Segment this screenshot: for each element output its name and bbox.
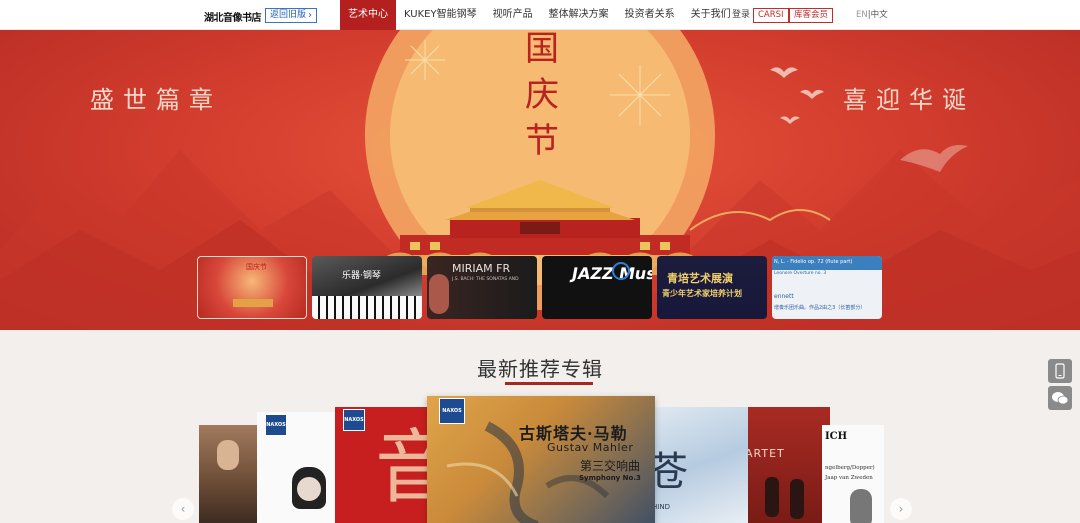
mobile-app-button[interactable] <box>1048 359 1072 383</box>
section-underline <box>505 382 593 385</box>
page: 湖北音像书店 返回旧版 › 艺术中心 KUKEY智能钢琴 视听产品 整体解决方案… <box>0 0 1080 523</box>
nav-item-investors[interactable]: 投资者关系 <box>617 0 683 30</box>
member-button[interactable]: 库客会员 <box>789 8 834 23</box>
carsi-button[interactable]: CARSI <box>753 8 789 23</box>
old-version-button[interactable]: 返回旧版 › <box>265 8 318 23</box>
section-title: 最新推荐专辑 <box>477 357 603 381</box>
album-card[interactable]: 苍 HIND <box>648 407 748 523</box>
slogan-left: 盛世篇章 <box>90 86 222 114</box>
featured-album-card[interactable]: NAXOS 古斯塔夫·马勒 Gustav Mahler 第三交响曲 Sympho… <box>427 396 655 523</box>
nav-item-kukey-piano[interactable]: KUKEY智能钢琴 <box>396 0 485 30</box>
mobile-icon <box>1055 363 1065 379</box>
thumbnail-miriam[interactable]: MIRIAM FR J.S. BACH: THE SONATAS AND <box>427 256 537 319</box>
lang-en-link[interactable]: EN <box>856 10 868 20</box>
nav-item-solutions[interactable]: 整体解决方案 <box>541 0 617 30</box>
chevron-right-icon: › <box>308 10 313 21</box>
top-navbar: 湖北音像书店 返回旧版 › 艺术中心 KUKEY智能钢琴 视听产品 整体解决方案… <box>0 0 1080 30</box>
site-logo[interactable]: 湖北音像书店 <box>204 9 262 24</box>
carousel-prev-button[interactable]: ‹ <box>172 498 194 520</box>
thumbnail-piano[interactable]: 乐器·钢琴 <box>312 256 422 319</box>
thumbnail-jazz[interactable]: JAZZ Music <box>542 256 652 319</box>
login-link[interactable]: 登录 <box>732 0 750 30</box>
thumbnail-youth-arts[interactable]: 青培艺术展演 青少年艺术家培养计划 <box>657 256 767 319</box>
nav-item-about[interactable]: 关于我们 <box>683 0 739 30</box>
old-version-label: 返回旧版 <box>270 10 307 20</box>
carousel-next-button[interactable]: › <box>890 498 912 520</box>
nav-item-av-products[interactable]: 视听产品 <box>485 0 541 30</box>
album-card[interactable]: ARTET <box>745 407 830 523</box>
lang-cn-link[interactable]: 中文 <box>871 10 888 20</box>
wechat-icon <box>1052 392 1069 405</box>
banner-thumbnails: 国庆节 乐器·钢琴 MIRIAM FR J.S. BACH: THE SONAT… <box>197 256 882 319</box>
thumbnail-national-day[interactable]: 国庆节 <box>197 256 307 319</box>
album-card[interactable]: NAXOS 音 <box>335 407 430 523</box>
album-card[interactable]: NAXOS <box>257 412 337 523</box>
album-card[interactable]: ICH ngelberg/Dopper) Jaap van Zweden <box>822 425 884 523</box>
slogan-right: 喜迎华诞 <box>843 86 975 114</box>
album-card[interactable] <box>199 425 259 523</box>
national-day-title: 国 庆 节 <box>525 30 559 161</box>
language-switch: EN|中文 <box>856 0 888 30</box>
naxos-logo: NAXOS <box>265 414 287 436</box>
hero-banner[interactable]: 盛世篇章 喜迎华诞 国 庆 节 国庆节 乐器·钢琴 MIRIAM FR J.S.… <box>0 30 1080 330</box>
naxos-logo: NAXOS <box>343 409 365 431</box>
album-carousel: NAXOS NAXOS 音 ARTET ICH ngelberg/Dopper)… <box>0 395 1080 523</box>
naxos-logo: NAXOS <box>439 398 465 424</box>
wechat-button[interactable] <box>1048 386 1072 410</box>
main-nav: 艺术中心 KUKEY智能钢琴 视听产品 整体解决方案 投资者关系 关于我们 <box>340 0 739 30</box>
nav-item-art-center[interactable]: 艺术中心 <box>340 0 396 30</box>
thumbnail-fidelio[interactable]: N, L. - Fidelio op. 72 (flute part) Leon… <box>772 256 882 319</box>
